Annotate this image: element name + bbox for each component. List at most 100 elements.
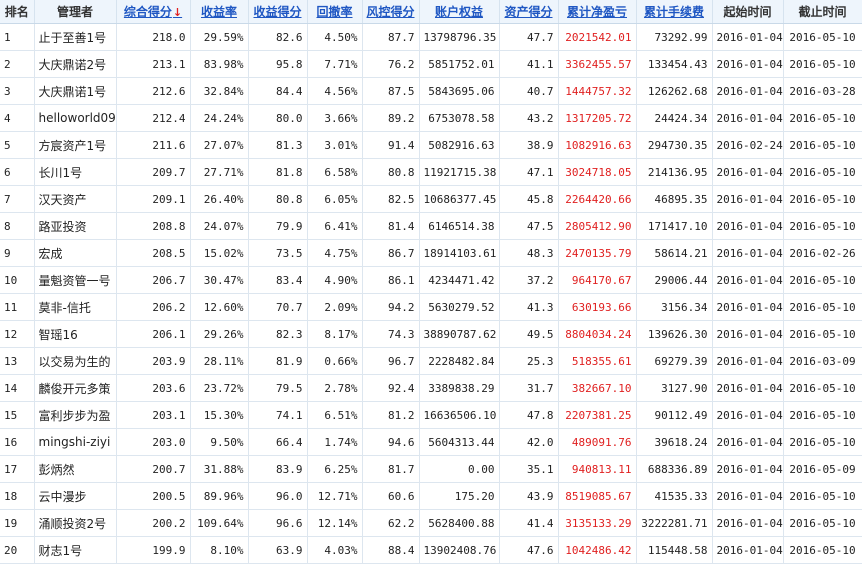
table-row: 6 长川1号 209.7 27.71% 81.8 6.58% 80.8 11921715.38…: [0, 158, 862, 186]
end-date-cell: 2016-05-10: [783, 212, 862, 240]
rank-cell: 17: [0, 455, 35, 483]
drawdown-cell: 2.78%: [307, 374, 363, 402]
drawdown-cell: 4.90%: [307, 266, 363, 294]
sort-desc-icon: ↓: [172, 6, 183, 19]
drawdown-cell: 2.09%: [307, 293, 363, 321]
return-rate-cell: 26.40%: [190, 185, 249, 213]
asset-score-cell: 40.7: [499, 77, 559, 105]
rank-cell: 8: [0, 212, 35, 240]
header-equity[interactable]: 账户权益: [419, 0, 500, 24]
total-score-cell: 203.1: [116, 401, 191, 429]
drawdown-cell: 4.56%: [307, 77, 363, 105]
header-risk-score[interactable]: 风控得分: [362, 0, 420, 24]
equity-cell: 38890787.62: [419, 320, 500, 348]
start-date-cell: 2016-01-04: [712, 104, 784, 132]
equity-cell: 13902408.76: [419, 536, 500, 564]
header-cum-fee[interactable]: 累计手续费: [636, 0, 713, 24]
start-date-cell: 2016-01-04: [712, 536, 784, 564]
drawdown-cell: 8.17%: [307, 320, 363, 348]
end-date-cell: 2016-05-10: [783, 131, 862, 159]
return-rate-cell: 24.07%: [190, 212, 249, 240]
start-date-cell: 2016-01-04: [712, 374, 784, 402]
cum-pnl-cell: 964170.67: [558, 266, 637, 294]
end-date-cell: 2016-05-10: [783, 401, 862, 429]
end-date-cell: 2016-05-10: [783, 104, 862, 132]
manager-name-cell: 富利步步为盈: [34, 401, 117, 429]
cum-pnl-cell: 3135133.29: [558, 509, 637, 537]
equity-cell: 5843695.06: [419, 77, 500, 105]
cum-pnl-cell: 2207381.25: [558, 401, 637, 429]
cum-fee-cell: 3127.90: [636, 374, 713, 402]
return-score-cell: 80.8: [248, 185, 308, 213]
manager-name-cell: 汉天资产: [34, 185, 117, 213]
header-cum-pnl[interactable]: 累计净盈亏: [558, 0, 637, 24]
ranking-table: 排名 管理者 综合得分↓ 收益率 收益得分 回撤率 风控得分 账户权益 资产得分…: [0, 0, 862, 564]
equity-cell: 16636506.10: [419, 401, 500, 429]
start-date-cell: 2016-01-04: [712, 23, 784, 51]
cum-fee-cell: 214136.95: [636, 158, 713, 186]
return-score-cell: 81.3: [248, 131, 308, 159]
cum-pnl-cell: 1444757.32: [558, 77, 637, 105]
ranking-table-body: 1 止于至善1号 218.0 29.59% 82.6 4.50% 87.7 13798796.…: [0, 23, 862, 564]
risk-score-cell: 74.3: [362, 320, 420, 348]
drawdown-cell: 0.66%: [307, 347, 363, 375]
rank-cell: 10: [0, 266, 35, 294]
return-rate-cell: 29.26%: [190, 320, 249, 348]
table-row: 8 路亚投资 208.8 24.07% 79.9 6.41% 81.4 6146514.38 4…: [0, 212, 862, 240]
equity-cell: 10686377.45: [419, 185, 500, 213]
header-return-rate[interactable]: 收益率: [190, 0, 249, 24]
asset-score-cell: 49.5: [499, 320, 559, 348]
cum-pnl-cell: 8804034.24: [558, 320, 637, 348]
manager-name-cell: 长川1号: [34, 158, 117, 186]
return-rate-cell: 12.60%: [190, 293, 249, 321]
total-score-cell: 212.6: [116, 77, 191, 105]
cum-pnl-cell: 630193.66: [558, 293, 637, 321]
return-score-cell: 82.3: [248, 320, 308, 348]
manager-name-cell: 财志1号: [34, 536, 117, 564]
header-manager: 管理者: [34, 0, 117, 24]
asset-score-cell: 31.7: [499, 374, 559, 402]
rank-cell: 11: [0, 293, 35, 321]
cum-pnl-cell: 2470135.79: [558, 239, 637, 267]
rank-cell: 13: [0, 347, 35, 375]
return-score-cell: 84.4: [248, 77, 308, 105]
total-score-cell: 218.0: [116, 23, 191, 51]
end-date-cell: 2016-05-10: [783, 185, 862, 213]
risk-score-cell: 80.8: [362, 158, 420, 186]
total-score-cell: 200.5: [116, 482, 191, 510]
cum-fee-cell: 171417.10: [636, 212, 713, 240]
drawdown-cell: 7.71%: [307, 50, 363, 78]
rank-cell: 20: [0, 536, 35, 564]
cum-fee-cell: 294730.35: [636, 131, 713, 159]
return-rate-cell: 30.47%: [190, 266, 249, 294]
rank-cell: 12: [0, 320, 35, 348]
risk-score-cell: 82.5: [362, 185, 420, 213]
cum-fee-cell: 58614.21: [636, 239, 713, 267]
equity-cell: 5630279.52: [419, 293, 500, 321]
return-rate-cell: 27.07%: [190, 131, 249, 159]
header-total-score[interactable]: 综合得分↓: [116, 0, 191, 24]
drawdown-cell: 1.74%: [307, 428, 363, 456]
return-rate-cell: 15.02%: [190, 239, 249, 267]
header-return-score[interactable]: 收益得分: [248, 0, 308, 24]
drawdown-cell: 6.25%: [307, 455, 363, 483]
start-date-cell: 2016-02-24: [712, 131, 784, 159]
rank-cell: 9: [0, 239, 35, 267]
return-rate-cell: 27.71%: [190, 158, 249, 186]
header-drawdown[interactable]: 回撤率: [307, 0, 363, 24]
total-score-cell: 211.6: [116, 131, 191, 159]
table-row: 1 止于至善1号 218.0 29.59% 82.6 4.50% 87.7 13798796.…: [0, 23, 862, 51]
cum-pnl-cell: 3024718.05: [558, 158, 637, 186]
rank-cell: 16: [0, 428, 35, 456]
header-asset-score[interactable]: 资产得分: [499, 0, 559, 24]
return-rate-cell: 83.98%: [190, 50, 249, 78]
drawdown-cell: 6.51%: [307, 401, 363, 429]
equity-cell: 175.20: [419, 482, 500, 510]
risk-score-cell: 81.4: [362, 212, 420, 240]
total-score-cell: 200.7: [116, 455, 191, 483]
total-score-cell: 203.0: [116, 428, 191, 456]
return-rate-cell: 24.24%: [190, 104, 249, 132]
table-row: 3 大庆鼎诺1号 212.6 32.84% 84.4 4.56% 87.5 5843695.0…: [0, 77, 862, 105]
end-date-cell: 2016-05-10: [783, 266, 862, 294]
header-end-date: 截止时间: [783, 0, 862, 24]
